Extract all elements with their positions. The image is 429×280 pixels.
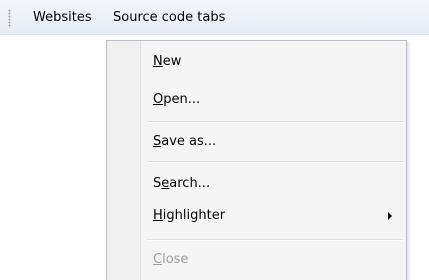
menu-item-search[interactable]: Search...: [109, 170, 404, 198]
menu-item-close[interactable]: Close: [109, 246, 404, 274]
menu-separator: [147, 161, 403, 163]
source-code-tabs-dropdown: New Open... Save as... Search... Highlig…: [106, 40, 407, 280]
menu-item-open-label: Open...: [153, 92, 201, 107]
menu-websites-label: Websites: [33, 10, 92, 25]
menu-item-save-as-label: Save as...: [153, 134, 217, 149]
menu-item-new-label: New: [153, 54, 182, 69]
menu-icon-gutter: [107, 41, 141, 280]
menu-item-close-label: Close: [153, 252, 189, 267]
toolbar-grip-icon[interactable]: [8, 9, 11, 27]
menu-source-code-tabs-label: Source code tabs: [113, 10, 226, 25]
menu-separator: [147, 121, 403, 123]
submenu-arrow-icon: [388, 212, 392, 220]
menu-bar: Websites Source code tabs: [0, 0, 429, 35]
menu-item-highlighter-label: Highlighter: [153, 208, 226, 223]
menu-item-search-label: Search...: [153, 176, 211, 191]
menu-item-new[interactable]: New: [109, 48, 404, 76]
menu-source-code-tabs[interactable]: Source code tabs: [109, 8, 229, 28]
menu-separator: [147, 239, 403, 241]
menu-item-highlighter[interactable]: Highlighter: [109, 202, 404, 230]
menu-item-save-as[interactable]: Save as...: [109, 128, 404, 156]
menu-websites[interactable]: Websites: [29, 8, 96, 28]
menu-item-open[interactable]: Open...: [109, 86, 404, 114]
